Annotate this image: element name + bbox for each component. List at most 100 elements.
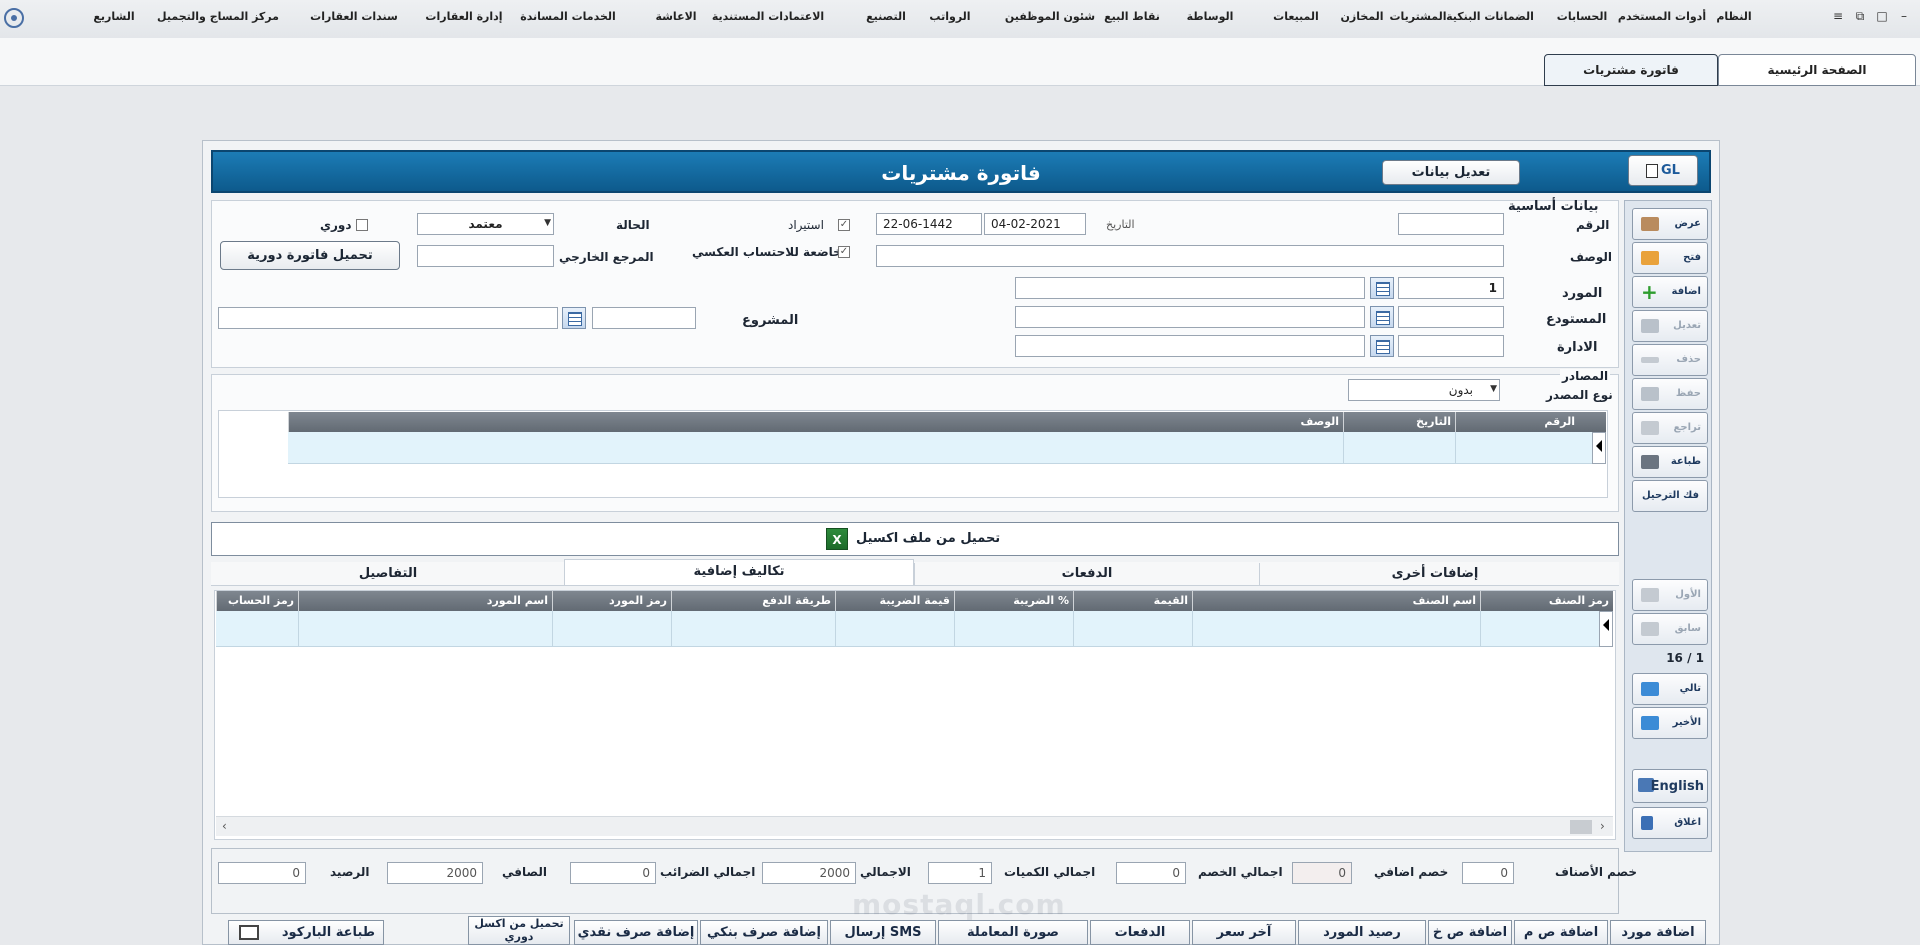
tab-home[interactable]: الصفحة الرئيسية [1718,54,1916,86]
supplier-balance-button[interactable]: رصيد المورد [1298,920,1426,945]
add-cash-disbursement-button[interactable]: إضافة صرف نقدي [574,920,698,945]
tab-other-additions[interactable]: إضافات أخرى [1262,563,1608,585]
menu-payroll[interactable]: الرواتب [929,10,970,23]
maximize-icon[interactable]: □ [1874,8,1890,24]
number-field[interactable] [1398,213,1504,235]
last-price-button[interactable]: آخر سعر [1192,920,1296,945]
payments-button[interactable]: الدفعات [1090,920,1190,945]
description-field[interactable] [876,245,1504,267]
menu-system[interactable]: النظام [1716,10,1751,23]
menu-accounts[interactable]: الحسابات [1557,10,1607,23]
delete-button[interactable]: حذف [1632,344,1708,376]
col-supplier-code[interactable]: رمز المورد [552,591,671,611]
net-field[interactable]: 2000 [387,862,483,884]
supplier-name-field[interactable] [1015,277,1365,299]
total-qty-field[interactable]: 1 [928,862,992,884]
warehouse-lookup-icon[interactable] [1370,306,1394,328]
add-receipt-voucher-button[interactable]: اضافة ص م [1514,920,1608,945]
menu-purchases[interactable]: المشتريات [1389,10,1446,23]
scroll-left-icon[interactable]: ‹ [222,819,227,833]
next-record-button[interactable]: تالي [1632,673,1708,705]
menu-projects[interactable]: الشاريع [93,10,134,23]
menu-documentary-credits[interactable]: الاعتمادات المستندية [712,10,824,23]
menu-bank-guarantees[interactable]: الضمانات البنكية [1446,10,1534,23]
menu-spa-center[interactable]: مركز المساج والتجميل [157,10,279,23]
menu-user-tools[interactable]: أدوات المستخدم [1618,10,1706,23]
balance-field[interactable]: 0 [218,862,306,884]
view-button[interactable]: عرض [1632,208,1708,240]
menu-pos[interactable]: نقاط البيع [1104,10,1160,23]
col-account-code[interactable]: رمز الحساب [216,591,298,611]
english-button[interactable]: English [1632,769,1708,803]
col-tax-percent[interactable]: الضريبة % [954,591,1073,611]
menu-real-estate-bonds[interactable]: سندات العقارات [310,10,398,23]
first-record-button[interactable]: الأول [1632,579,1708,611]
department-code-field[interactable] [1398,335,1504,357]
periodic-checkbox[interactable] [356,219,368,231]
prev-record-button[interactable]: سابق [1632,613,1708,645]
import-checkbox[interactable]: ✓ [838,219,850,231]
edit-button[interactable]: تعديل [1632,310,1708,342]
col-item-name[interactable]: اسم الصنف [1192,591,1480,611]
load-excel-button[interactable]: X تحميل من ملف اكسيل [824,526,1008,552]
supplier-code-field[interactable]: 1 [1398,277,1504,299]
print-barcode-button[interactable]: طباعة الباركود [228,920,384,945]
gross-field[interactable]: 2000 [762,862,856,884]
save-button[interactable]: حفظ [1632,378,1708,410]
project-lookup-icon[interactable] [562,307,586,329]
col-supplier-name[interactable]: اسم المورد [298,591,552,611]
add-button[interactable]: + اضافة [1632,276,1708,308]
menu-hr[interactable]: شئون الموظفين [1005,10,1095,23]
total-discount-field[interactable]: 0 [1116,862,1186,884]
source-type-select[interactable]: بدون ▼ [1348,379,1500,401]
warehouse-name-field[interactable] [1015,306,1365,328]
external-ref-field[interactable] [417,245,554,267]
items-discount-field[interactable]: 0 [1462,862,1514,884]
menu-icon[interactable]: ≡ [1830,8,1846,24]
undo-button[interactable]: تراجع [1632,412,1708,444]
supplier-lookup-icon[interactable] [1370,277,1394,299]
edit-data-button[interactable]: تعديل بيانات [1382,160,1520,185]
add-discount-voucher-button[interactable]: اضافة ص خ [1428,920,1512,945]
col-source-date[interactable]: التاريخ [1343,412,1455,432]
unpost-button[interactable]: فك الترحيل [1632,480,1708,512]
col-source-description[interactable]: الوصف [288,412,1343,432]
restore-icon[interactable]: ⧉ [1852,8,1868,24]
menu-stores[interactable]: المخازن [1340,10,1383,23]
reverse-calc-checkbox[interactable]: ✓ [838,246,850,258]
extra-discount-field[interactable]: 0 [1292,862,1352,884]
warehouse-code-field[interactable] [1398,306,1504,328]
row-selector-icon[interactable] [1592,432,1606,464]
menu-support-services[interactable]: الخدمات المساندة [520,10,616,23]
load-periodic-invoice-button[interactable]: تحميل فاتورة دورية [220,241,400,270]
menu-manufacturing[interactable]: التصنيع [866,10,906,23]
last-record-button[interactable]: الأخير [1632,707,1708,739]
status-select[interactable]: معتمد ▼ [417,213,554,235]
date-gregorian-field[interactable]: 04-02-2021 [984,213,1086,235]
open-button[interactable]: فتح [1632,242,1708,274]
department-name-field[interactable] [1015,335,1365,357]
sources-grid-row[interactable] [288,432,1592,464]
app-logo-icon[interactable] [4,8,24,28]
total-tax-field[interactable]: 0 [570,862,656,884]
print-button[interactable]: طباعة [1632,446,1708,478]
send-sms-button[interactable]: إرسال SMS [830,920,936,945]
minimize-icon[interactable]: – [1896,8,1912,24]
transaction-image-button[interactable]: صورة المعاملة [938,920,1088,945]
col-payment-method[interactable]: طريقة الدفع [671,591,835,611]
col-tax-value[interactable]: قيمة الضريبة [835,591,954,611]
add-bank-disbursement-button[interactable]: إضافة صرف بنكي [700,920,828,945]
add-supplier-button[interactable]: اضافة مورد [1610,920,1706,945]
menu-real-estate[interactable]: إدارة العقارات [425,10,502,23]
scroll-thumb[interactable] [1570,820,1592,834]
tab-purchase-invoice[interactable]: فاتورة مشتريات [1544,54,1718,86]
items-horizontal-scrollbar[interactable]: ‹ › [216,816,1613,836]
project-name-field[interactable] [218,307,558,329]
menu-brokerage[interactable]: الوساطة [1187,10,1234,23]
project-code-field[interactable] [592,307,696,329]
menu-catering[interactable]: الاعاشة [655,10,696,23]
row-selector-icon[interactable] [1599,611,1613,647]
gl-button[interactable]: GL [1628,155,1698,186]
tab-additional-costs[interactable]: تكاليف إضافية [564,559,914,585]
close-button[interactable]: اغلاق [1632,807,1708,839]
